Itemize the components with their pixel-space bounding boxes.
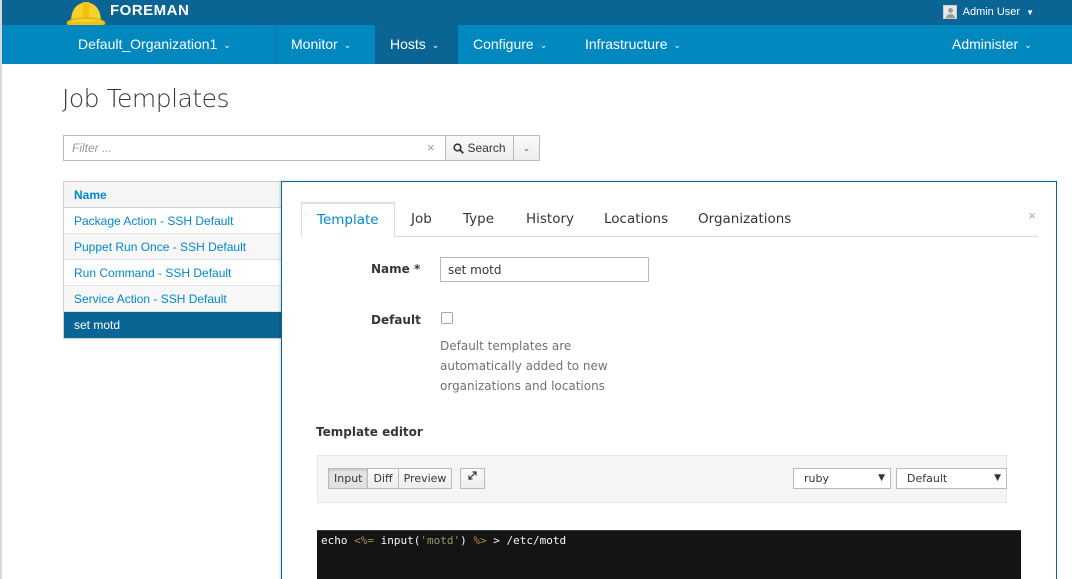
page-title: Job Templates xyxy=(62,84,230,113)
editor-theme-value: Default xyxy=(907,472,948,485)
chevron-down-icon: ⌄ xyxy=(522,142,531,153)
code-text: echo xyxy=(321,534,355,547)
template-editor-label: Template editor xyxy=(316,425,423,439)
template-editor-panel: Template Job Type History Locations Orga… xyxy=(281,181,1057,579)
list-header-name[interactable]: Name xyxy=(64,182,281,208)
user-name: Admin User xyxy=(962,6,1021,18)
default-label: Default xyxy=(371,313,421,327)
default-help-text: Default templates are automatically adde… xyxy=(440,339,608,393)
clear-icon[interactable]: × xyxy=(427,140,435,155)
code-editor[interactable]: echo <%= input('motd') %> > /etc/motd xyxy=(317,530,1021,579)
editor-mode-group: Input Diff Preview xyxy=(328,468,453,489)
tab-history[interactable]: History xyxy=(526,202,574,237)
search-input[interactable] xyxy=(63,135,446,161)
editor-toolbar: Input Diff Preview ruby ▼ Default ▼ xyxy=(317,455,1007,503)
syntax-mode-value: ruby xyxy=(804,472,829,485)
list-item[interactable]: Package Action - SSH Default xyxy=(64,208,281,234)
template-list: Name Package Action - SSH Default Puppet… xyxy=(63,181,281,339)
mode-preview-button[interactable]: Preview xyxy=(398,468,453,489)
window-edge xyxy=(0,0,2,579)
nav-administer-label: Administer xyxy=(952,36,1019,52)
tab-job[interactable]: Job xyxy=(411,202,432,237)
chevron-down-icon: ⌄ xyxy=(1024,39,1032,50)
caret-down-icon: ▼ xyxy=(878,473,885,483)
default-checkbox[interactable] xyxy=(441,312,453,324)
main-nav: Default_Organization1 ⌄ Monitor ⌄ Hosts ⌄ C… xyxy=(2,25,1072,64)
nav-monitor[interactable]: Monitor ⌄ xyxy=(276,25,376,64)
mode-input-button[interactable]: Input xyxy=(328,468,369,489)
tab-locations[interactable]: Locations xyxy=(604,202,668,237)
nav-hosts[interactable]: Hosts ⌄ xyxy=(375,25,458,64)
tab-template[interactable]: Template xyxy=(301,202,395,238)
chevron-down-icon: ⌄ xyxy=(673,39,682,50)
list-item[interactable]: Service Action - SSH Default xyxy=(64,286,281,312)
search-bookmarks-dropdown[interactable]: ⌄ xyxy=(514,135,540,161)
editor-tabs: Template Job Type History Locations Orga… xyxy=(301,202,1038,238)
list-item[interactable]: Puppet Run Once - SSH Default xyxy=(64,234,281,260)
syntax-mode-select[interactable]: ruby ▼ xyxy=(793,468,891,489)
tab-type[interactable]: Type xyxy=(463,202,494,237)
nav-organization-label: Default_Organization1 xyxy=(78,36,218,52)
code-erb-open-tag: <%= xyxy=(354,534,374,547)
code-erb-close-tag: %> xyxy=(473,534,487,547)
code-text: > /etc/motd xyxy=(486,534,567,547)
nav-infrastructure[interactable]: Infrastructure ⌄ xyxy=(570,25,700,64)
search-button-label: Search xyxy=(467,141,506,155)
nav-hosts-label: Hosts xyxy=(390,36,426,52)
fullscreen-button[interactable] xyxy=(460,468,485,489)
search-button[interactable]: Search xyxy=(446,135,514,161)
top-bar: FOREMAN Admin User ▼ xyxy=(2,0,1072,29)
nav-monitor-label: Monitor xyxy=(291,36,338,52)
name-label: Name * xyxy=(371,262,421,276)
chevron-down-icon: ⌄ xyxy=(431,39,440,50)
search-bar: × Search ⌄ xyxy=(63,135,540,161)
code-text: input( xyxy=(374,534,421,547)
search-icon xyxy=(453,142,465,154)
nav-configure[interactable]: Configure ⌄ xyxy=(458,25,570,64)
tab-organizations[interactable]: Organizations xyxy=(698,202,791,237)
close-icon[interactable]: × xyxy=(1028,208,1036,223)
code-text: ) xyxy=(460,534,474,547)
chevron-down-icon: ▼ xyxy=(1026,7,1034,17)
nav-organization[interactable]: Default_Organization1 ⌄ xyxy=(2,25,276,64)
list-item-selected[interactable]: set motd xyxy=(64,312,281,338)
nav-configure-label: Configure xyxy=(473,36,534,52)
editor-theme-select[interactable]: Default ▼ xyxy=(896,468,1007,489)
nav-infrastructure-label: Infrastructure xyxy=(585,36,668,52)
code-string: 'motd' xyxy=(420,534,461,547)
user-menu[interactable]: Admin User ▼ xyxy=(942,5,1034,19)
chevron-down-icon: ⌄ xyxy=(539,39,548,50)
mode-diff-button[interactable]: Diff xyxy=(368,468,399,489)
avatar xyxy=(942,5,957,19)
nav-administer[interactable]: Administer ⌄ xyxy=(937,25,1057,64)
brand-name[interactable]: FOREMAN xyxy=(110,2,189,19)
name-field[interactable] xyxy=(440,257,649,282)
expand-icon xyxy=(468,471,477,480)
chevron-down-icon: ⌄ xyxy=(223,39,231,50)
chevron-down-icon: ⌄ xyxy=(343,39,352,50)
caret-down-icon: ▼ xyxy=(994,473,1001,483)
list-item[interactable]: Run Command - SSH Default xyxy=(64,260,281,286)
